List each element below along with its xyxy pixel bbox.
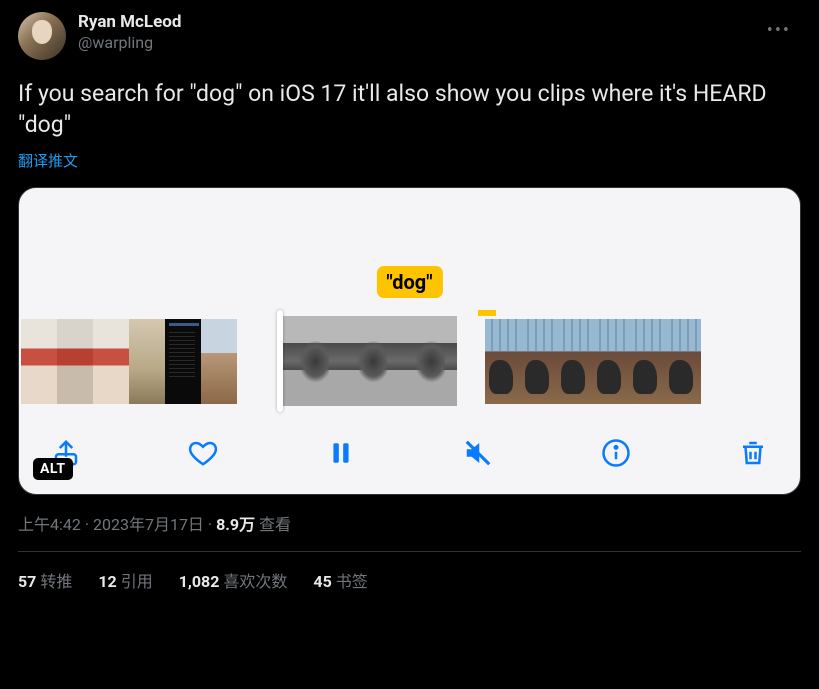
quotes-stat[interactable]: 12引用 — [98, 568, 152, 592]
timeline-frame — [57, 319, 93, 404]
trash-icon — [738, 438, 768, 468]
clip-group-3 — [485, 319, 701, 404]
timeline-frame — [201, 319, 237, 404]
timeline-frame — [593, 319, 629, 404]
clip-group-1 — [21, 319, 237, 404]
mute-button[interactable] — [459, 434, 497, 472]
alt-badge[interactable]: ALT — [33, 458, 73, 480]
timeline-frame — [521, 319, 557, 404]
tweet-text: If you search for "dog" on iOS 17 it'll … — [18, 78, 801, 140]
caption-marker — [478, 310, 496, 316]
timeline-frame — [93, 319, 129, 404]
timeline-frame — [665, 319, 701, 404]
info-icon — [601, 438, 631, 468]
avatar[interactable] — [18, 12, 66, 60]
tweet-container: Ryan McLeod @warpling ••• If you search … — [0, 0, 819, 604]
tweet-meta: 上午4:42 · 2023年7月17日 · 8.9万 查看 — [18, 511, 801, 535]
user-block[interactable]: Ryan McLeod @warpling — [78, 12, 801, 52]
audio-caption-bubble: "dog" — [376, 266, 442, 298]
user-handle: @warpling — [78, 33, 801, 52]
tweet-header: Ryan McLeod @warpling ••• — [18, 12, 801, 60]
video-controls — [19, 416, 800, 494]
clip-group-2 — [265, 316, 457, 406]
translate-link[interactable]: 翻译推文 — [18, 150, 801, 171]
display-name: Ryan McLeod — [78, 12, 801, 32]
timeline-frame — [129, 319, 165, 404]
more-options-button[interactable]: ••• — [763, 16, 795, 45]
playhead[interactable] — [277, 310, 283, 412]
tweet-stats: 57转推 12引用 1,082喜欢次数 45书签 — [18, 552, 801, 592]
likes-stat[interactable]: 1,082喜欢次数 — [179, 568, 288, 592]
timeline-frame — [399, 316, 457, 406]
tweet-date[interactable]: 2023年7月17日 — [93, 515, 204, 534]
timeline-frame — [341, 316, 399, 406]
timeline-frame — [165, 319, 201, 404]
bookmarks-stat[interactable]: 45书签 — [313, 568, 367, 592]
timeline-frame — [485, 319, 521, 404]
timeline-frame — [283, 316, 341, 406]
views-label: 查看 — [259, 515, 291, 534]
more-icon: ••• — [767, 20, 791, 41]
pause-icon — [328, 438, 354, 468]
timeline-frame — [21, 319, 57, 404]
pause-button[interactable] — [322, 434, 360, 472]
info-button[interactable] — [597, 434, 635, 472]
timeline-frame — [629, 319, 665, 404]
media-card[interactable]: "dog" — [18, 187, 801, 495]
heart-icon — [188, 438, 218, 468]
like-button[interactable] — [184, 434, 222, 472]
delete-button[interactable] — [734, 434, 772, 472]
mute-icon — [463, 438, 493, 468]
retweets-stat[interactable]: 57转推 — [18, 568, 72, 592]
timeline-frame — [557, 319, 593, 404]
views-count: 8.9万 — [216, 515, 255, 534]
tweet-time[interactable]: 上午4:42 — [18, 515, 81, 534]
